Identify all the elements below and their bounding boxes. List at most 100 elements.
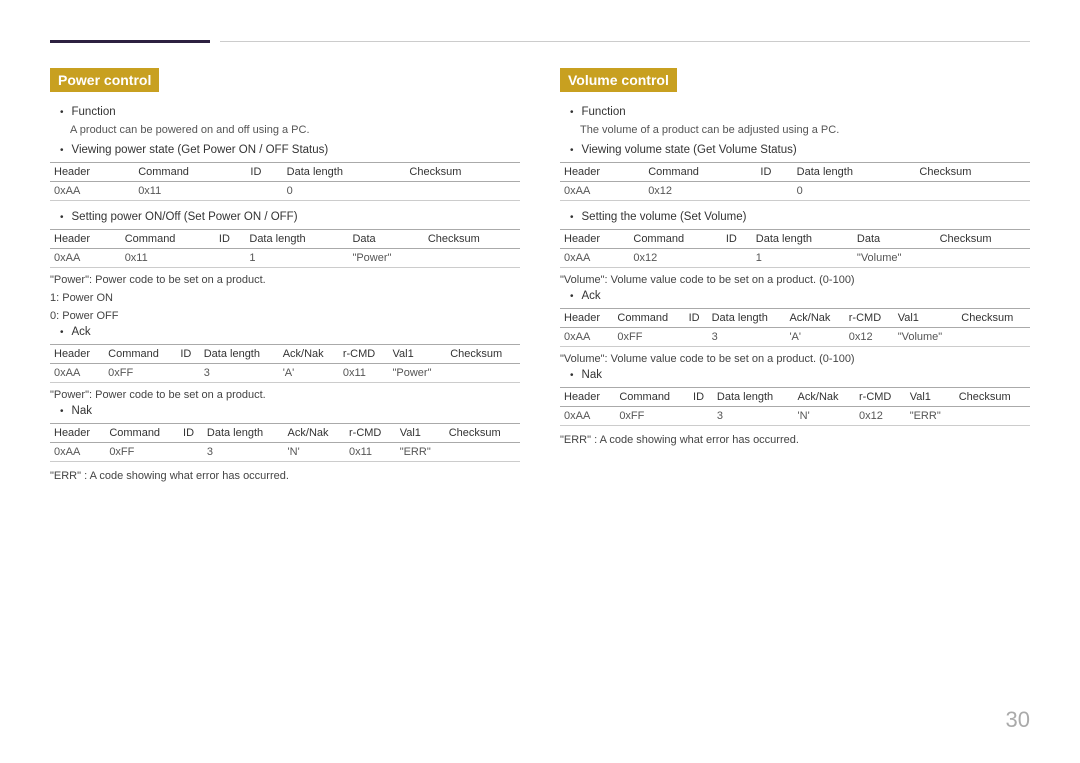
table-row: 0xAA 0x12 0 <box>560 182 1030 201</box>
power-note3: 0: Power OFF <box>50 310 520 322</box>
col-command: Command <box>644 163 756 182</box>
cell-header: 0xAA <box>50 249 121 268</box>
volume-set-table: Header Command ID Data length Data Check… <box>560 229 1030 268</box>
table-row: 0xAA 0x11 1 "Power" <box>50 249 520 268</box>
cell-datalength: 1 <box>245 249 348 268</box>
power-view-table: Header Command ID Data length Checksum 0… <box>50 162 520 201</box>
power-err-note: "ERR" : A code showing what error has oc… <box>50 470 520 482</box>
cell-command: 0x12 <box>644 182 756 201</box>
cell-checksum <box>405 182 520 201</box>
cell-datalength: 3 <box>200 364 279 383</box>
cell-header: 0xAA <box>560 182 644 201</box>
col-checksum: Checksum <box>957 309 1030 328</box>
table-row: 0xAA 0xFF 3 'A' 0x12 "Volume" <box>560 328 1030 347</box>
cell-rcmd: 0x11 <box>345 443 396 462</box>
vol-setting-label: Setting the volume (Set Volume) <box>582 211 747 223</box>
power-ack-table: Header Command ID Data length Ack/Nak r-… <box>50 344 520 383</box>
cell-id <box>215 249 245 268</box>
cell-id <box>179 443 203 462</box>
cell-datalength: 3 <box>713 407 794 426</box>
col-header-id: ID <box>246 163 282 182</box>
nak-label: Nak <box>72 405 92 417</box>
col-header-data2: Data <box>348 230 423 249</box>
cell-checksum <box>955 407 1030 426</box>
bullet-dot-v4: • <box>570 291 574 302</box>
col-val1: Val1 <box>906 388 955 407</box>
cell-datalength: 3 <box>708 328 786 347</box>
col-checksum: Checksum <box>446 345 520 364</box>
bullet-dot-3: • <box>60 212 64 223</box>
page-number: 30 <box>1006 707 1030 733</box>
bullet-dot-v2: • <box>570 145 574 156</box>
vol-function-desc: The volume of a product can be adjusted … <box>580 124 1030 136</box>
col-val1: Val1 <box>894 309 958 328</box>
col-val1: Val1 <box>396 424 445 443</box>
vol-nak-bullet: • Nak <box>570 369 1030 381</box>
bullet-dot-5: • <box>60 406 64 417</box>
cell-checksum <box>915 182 1030 201</box>
cell-header: 0xAA <box>560 249 629 268</box>
col-id: ID <box>685 309 708 328</box>
cell-id <box>176 364 199 383</box>
col-acknak: Ack/Nak <box>284 424 345 443</box>
col-rcmd: r-CMD <box>855 388 906 407</box>
table-row: 0xAA 0xFF 3 'N' 0x12 "ERR" <box>560 407 1030 426</box>
col-id: ID <box>176 345 199 364</box>
col-command: Command <box>105 424 179 443</box>
cell-command: 0xFF <box>105 443 179 462</box>
cell-id <box>685 328 708 347</box>
col-rcmd: r-CMD <box>845 309 894 328</box>
col-data: Data <box>853 230 936 249</box>
bullet-dot-v5: • <box>570 370 574 381</box>
vol-nak-label: Nak <box>582 369 602 381</box>
vol-note1: "Volume": Volume value code to be set on… <box>560 274 1030 286</box>
cell-command: 0xFF <box>613 328 684 347</box>
col-acknak: Ack/Nak <box>279 345 339 364</box>
vol-function-label: Function <box>582 106 626 118</box>
col-checksum: Checksum <box>936 230 1030 249</box>
cell-rcmd: 0x12 <box>845 328 894 347</box>
cell-checksum <box>957 328 1030 347</box>
col-checksum: Checksum <box>955 388 1030 407</box>
col-datalength: Data length <box>752 230 853 249</box>
col-rcmd: r-CMD <box>339 345 389 364</box>
col-command: Command <box>613 309 684 328</box>
col-header: Header <box>560 388 615 407</box>
volume-nak-table: Header Command ID Data length Ack/Nak r-… <box>560 387 1030 426</box>
col-id: ID <box>722 230 752 249</box>
bullet-dot-4: • <box>60 327 64 338</box>
main-columns: Power control • Function A product can b… <box>50 68 1030 486</box>
cell-checksum <box>936 249 1030 268</box>
col-acknak: Ack/Nak <box>794 388 855 407</box>
power-control-section: Power control • Function A product can b… <box>50 68 520 486</box>
table-row: 0xAA 0xFF 3 'A' 0x11 "Power" <box>50 364 520 383</box>
col-datalength: Data length <box>713 388 794 407</box>
col-header: Header <box>560 230 629 249</box>
cell-acknak: 'N' <box>794 407 855 426</box>
cell-checksum <box>446 364 520 383</box>
cell-command: 0x11 <box>121 249 215 268</box>
ack-bullet: • Ack <box>60 326 520 338</box>
cell-acknak: 'A' <box>785 328 844 347</box>
cell-datalength: 0 <box>793 182 916 201</box>
col-datalength: Data length <box>200 345 279 364</box>
viewing-label: Viewing power state (Get Power ON / OFF … <box>72 144 329 156</box>
cell-rcmd: 0x12 <box>855 407 906 426</box>
col-command: Command <box>104 345 176 364</box>
cell-id <box>689 407 713 426</box>
volume-control-section: Volume control • Function The volume of … <box>560 68 1030 486</box>
power-note4: "Power": Power code to be set on a produ… <box>50 389 520 401</box>
col-command: Command <box>629 230 721 249</box>
cell-header: 0xAA <box>50 364 104 383</box>
volume-control-title: Volume control <box>560 68 677 92</box>
cell-data: "Power" <box>348 249 423 268</box>
col-header: Header <box>560 163 644 182</box>
col-id: ID <box>689 388 713 407</box>
col-header-datalength: Data length <box>283 163 406 182</box>
table-row: 0xAA 0xFF 3 'N' 0x11 "ERR" <box>50 443 520 462</box>
vol-viewing-bullet: • Viewing volume state (Get Volume Statu… <box>570 144 1030 156</box>
cell-id <box>722 249 752 268</box>
col-checksum: Checksum <box>915 163 1030 182</box>
vol-err-note: "ERR" : A code showing what error has oc… <box>560 434 1030 446</box>
cell-header: 0xAA <box>50 443 105 462</box>
